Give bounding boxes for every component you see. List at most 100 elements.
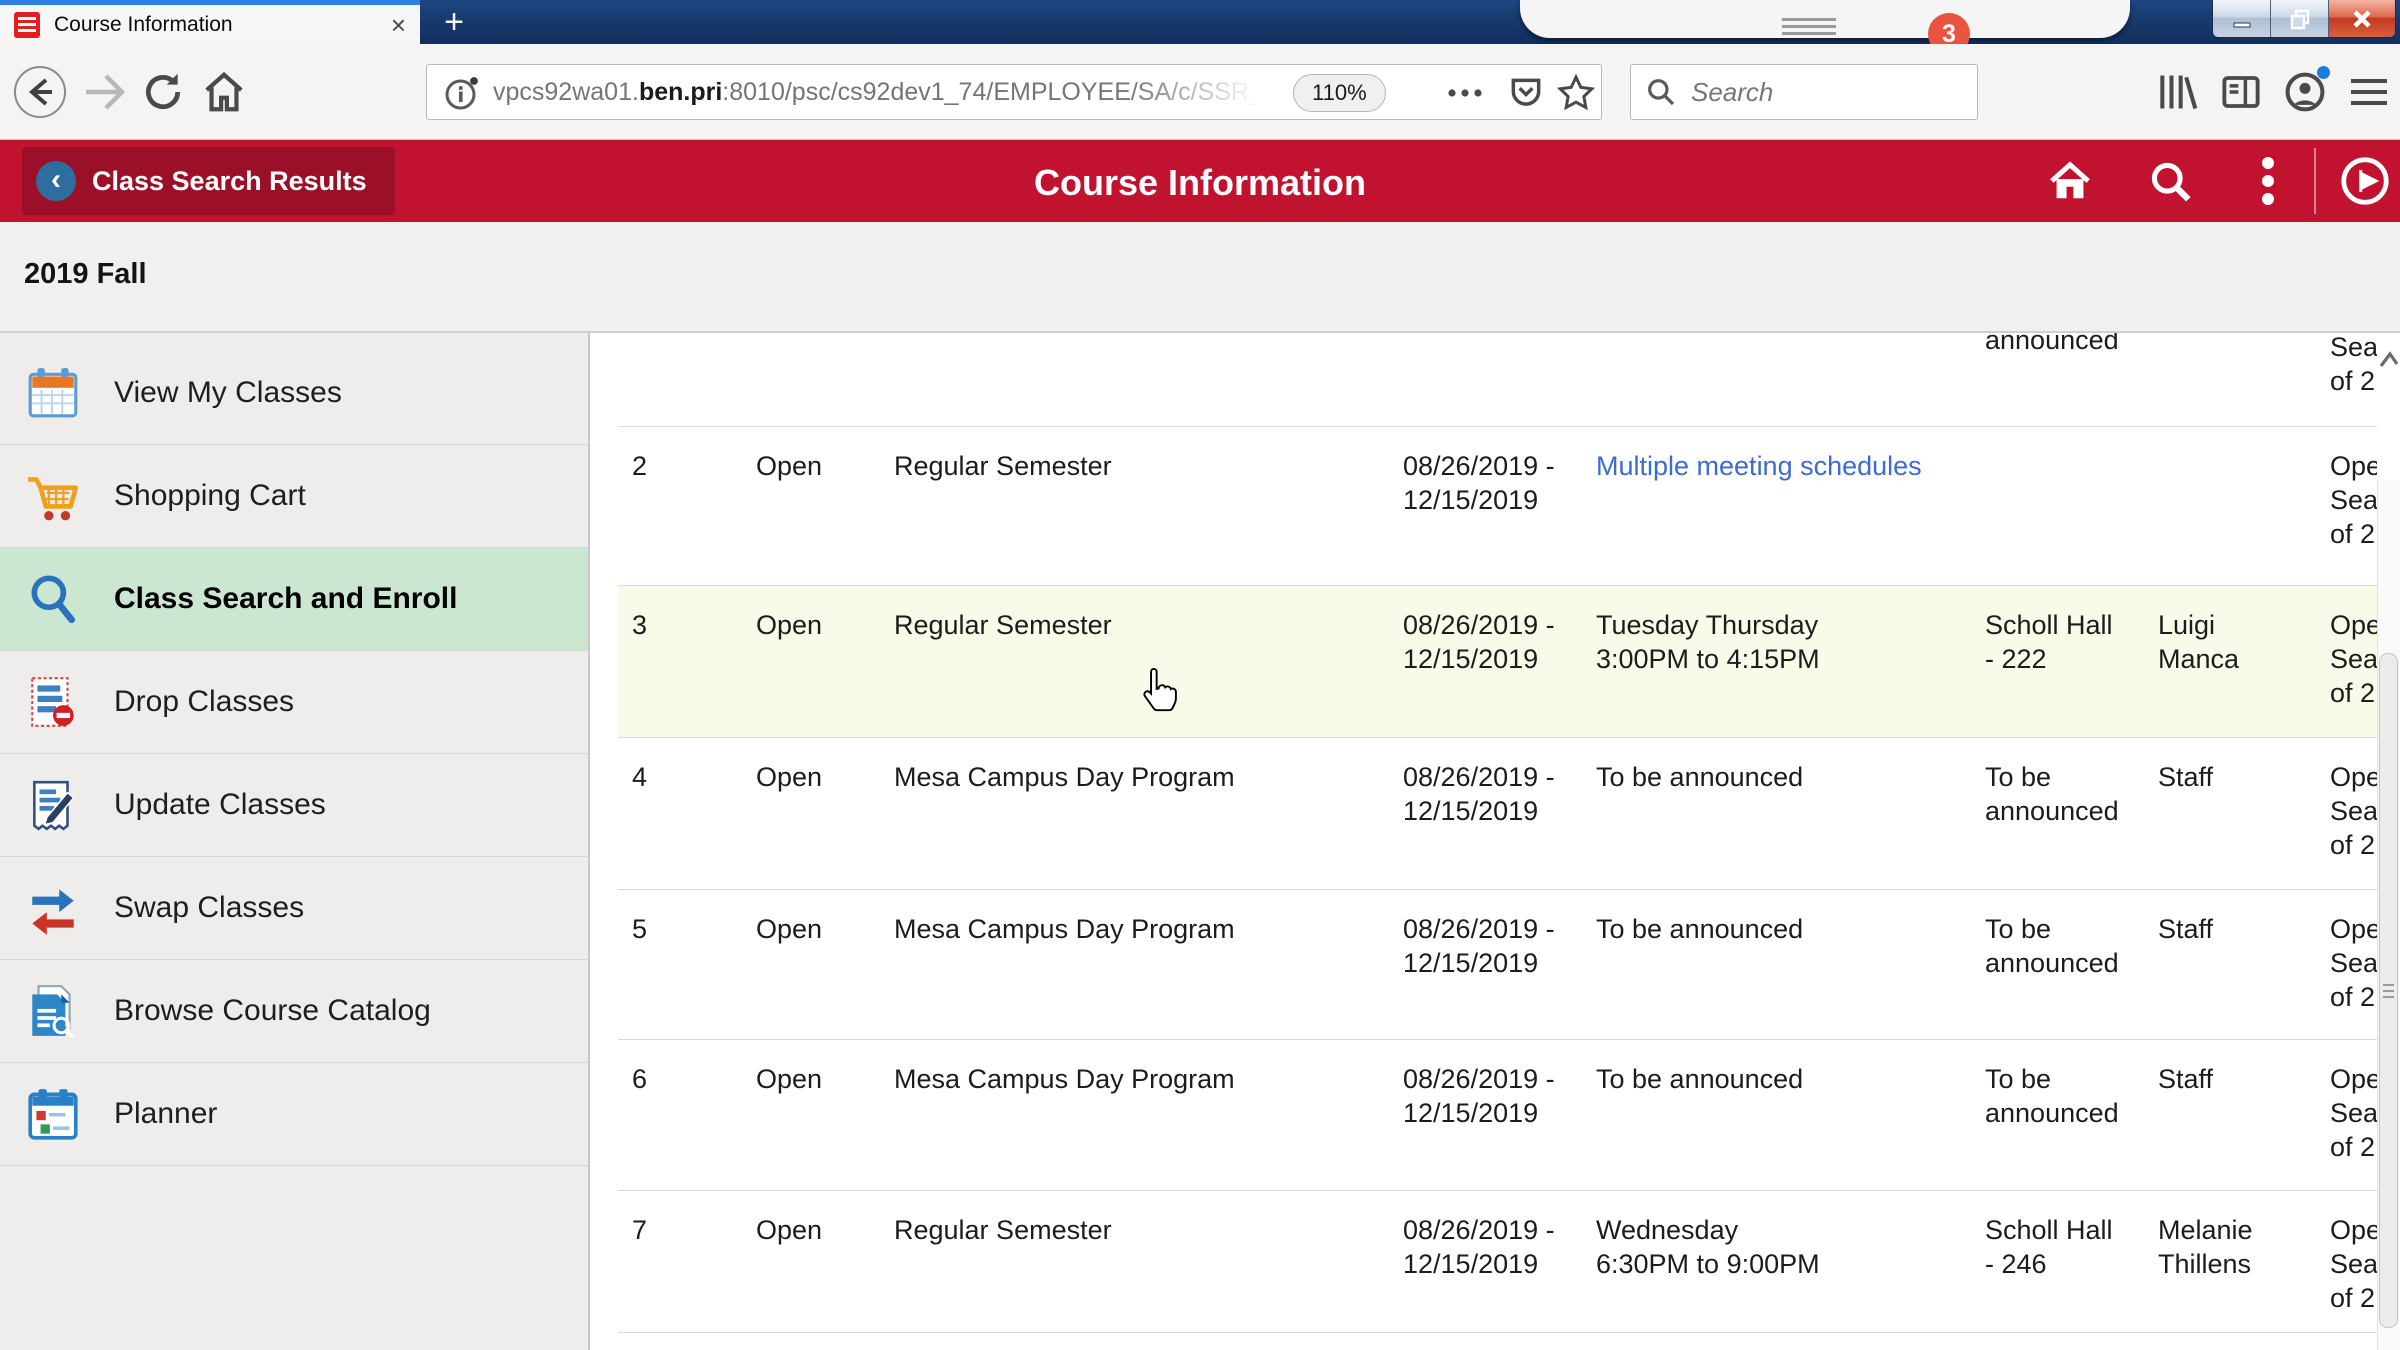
table-row[interactable]: 5 Open Mesa Campus Day Program 08/26/2019 -… [618, 889, 2377, 1039]
actions-menu-icon[interactable] [2240, 140, 2296, 222]
cell-room: Scholl Hall - 246 [1985, 1215, 2113, 1279]
course-catalog-icon [24, 982, 82, 1040]
table-row[interactable]: 6 Open Mesa Campus Day Program 08/26/2019 -… [618, 1039, 2377, 1190]
sidebar-item-view-my-classes[interactable]: View My Classes [0, 342, 588, 445]
shopping-cart-icon [24, 467, 82, 525]
table-row[interactable]: 2 Open Regular Semester 08/26/2019 -12/15/2… [618, 426, 2377, 585]
cell-dates: 08/26/2019 -12/15/2019 [1403, 1064, 1555, 1128]
table-row[interactable]: 3 Open Regular Semester 08/26/2019 -12/15/2… [618, 585, 2377, 737]
cell-room: Scholl Hall - 222 [1985, 610, 2113, 674]
zoom-level-pill[interactable]: 110% [1293, 74, 1386, 112]
planner-icon [24, 1085, 82, 1143]
scrollbar-thumb[interactable] [2379, 653, 2398, 1328]
close-button[interactable] [2329, 0, 2395, 37]
screen: Course Information × + 3 vpcs92wa01.ben.… [0, 0, 2400, 1350]
swap-classes-icon [24, 879, 82, 937]
global-search-icon[interactable] [2140, 140, 2200, 222]
drop-classes-icon [24, 673, 82, 731]
cell-meeting: To be announced [1596, 914, 1804, 944]
table-row[interactable]: announced Sea of 2 [618, 333, 2377, 426]
cell-number: 3 [632, 610, 648, 640]
cell-status: Open [756, 914, 823, 944]
tab-close-icon[interactable]: × [391, 12, 406, 38]
sidebar-item-swap-classes[interactable]: Swap Classes [0, 857, 588, 960]
home-nav-icon[interactable] [2040, 140, 2100, 222]
new-tab-button[interactable]: + [432, 2, 476, 42]
cell-session: Regular Semester [894, 451, 1112, 481]
url-fade [1127, 66, 1283, 118]
cell-status: Open [756, 1215, 823, 1245]
url-host-prefix: vpcs92wa01. [493, 78, 639, 106]
cell-status: Open [756, 451, 823, 481]
cell-session: Regular Semester [894, 1215, 1112, 1245]
cell-instructor: Staff [2158, 914, 2214, 944]
sidebar-item-update-classes[interactable]: Update Classes [0, 754, 588, 857]
table-row[interactable]: 4 Open Mesa Campus Day Program 08/26/2019 -… [618, 737, 2377, 889]
table-bottom-divider [618, 1332, 2400, 1333]
sidebar-item-browse-course-catalog[interactable]: Browse Course Catalog [0, 960, 588, 1063]
table-row[interactable]: 7 Open Regular Semester 08/26/2019 -12/15/2… [618, 1190, 2377, 1332]
cell-dates: 08/26/2019 -12/15/2019 [1403, 610, 1555, 674]
menu-icon[interactable] [2342, 44, 2396, 140]
sidebar-item-label: Class Search and Enroll [114, 582, 458, 615]
sidebar-item-label: Planner [114, 1097, 218, 1130]
back-icon[interactable] [12, 44, 68, 140]
cell-session: Mesa Campus Day Program [894, 762, 1235, 792]
results-table: announced Sea of 2 2 Open Regular Semester 08/… [590, 333, 2400, 1350]
cell-dates: 08/26/2019 -12/15/2019 [1403, 914, 1555, 978]
search-input[interactable] [1691, 76, 1951, 108]
restore-button[interactable] [2271, 0, 2329, 37]
pocket-icon[interactable] [1499, 65, 1553, 121]
minimize-button[interactable] [2213, 0, 2271, 37]
page-actions-icon[interactable] [1435, 65, 1495, 121]
url-bar[interactable]: vpcs92wa01.ben.pri:8010/psc/cs92dev1_74/… [426, 64, 1602, 120]
sidebar-item-label: Browse Course Catalog [114, 994, 431, 1027]
sidebar-item-class-search-and-enroll[interactable]: Class Search and Enroll [0, 548, 588, 651]
sidebar-item-drop-classes[interactable]: Drop Classes [0, 651, 588, 754]
sidebars-icon[interactable] [2212, 44, 2270, 140]
term-band: 2019 Fall [0, 222, 2400, 332]
app-header: ‹ Class Search Results Course Informatio… [0, 140, 2400, 222]
sidebar-item-label: Shopping Cart [114, 479, 306, 512]
calendar-icon [24, 364, 82, 422]
cell-meeting[interactable]: Multiple meeting schedules [1596, 427, 1922, 483]
drag-handle-icon[interactable] [1782, 18, 1836, 35]
cell-instructor: Melanie Thillens [2158, 1215, 2253, 1279]
home-icon[interactable] [198, 44, 250, 140]
cell-meeting: Wednesday 6:30PM to 9:00PM [1596, 1215, 1820, 1279]
cell-dates: 08/26/2019 -12/15/2019 [1403, 451, 1555, 515]
sidebar-item-shopping-cart[interactable]: Shopping Cart [0, 445, 588, 548]
notification-overlay: 3 [1520, 0, 2130, 55]
account-icon[interactable] [2276, 44, 2334, 140]
sidebar-item-label: Swap Classes [114, 891, 305, 924]
cell-status: Open [756, 1064, 823, 1094]
update-classes-icon [24, 776, 82, 834]
cell-seats: Ope Sea of 2 [2330, 914, 2377, 1012]
cell-number: 7 [632, 1215, 648, 1245]
sidebar-nav: View My Classes Shopping Cart Class Search… [0, 333, 590, 1350]
cell-seats: Ope Sea of 2 [2330, 1215, 2377, 1313]
cell-room: To be announced [1985, 914, 2119, 978]
library-icon[interactable] [2148, 44, 2206, 140]
window-controls [2212, 0, 2396, 38]
navbar-compass-icon[interactable] [2334, 140, 2396, 222]
class-search-icon [24, 570, 82, 628]
scroll-up-icon[interactable] [2376, 346, 2400, 376]
site-info-icon[interactable] [439, 65, 485, 121]
cell-seats: Ope Sea of 2 [2330, 1064, 2377, 1162]
bookmark-star-icon[interactable] [1551, 65, 1601, 121]
header-divider [2314, 148, 2316, 214]
search-icon [1648, 79, 1675, 106]
browser-tab[interactable]: Course Information × [0, 0, 420, 44]
cell-seats: Ope Sea of 2 [2330, 610, 2377, 708]
forward-icon[interactable] [80, 44, 130, 140]
account-notification-dot [2317, 66, 2330, 79]
search-box[interactable] [1630, 64, 1978, 120]
cell-instructor: Luigi Manca [2158, 610, 2240, 674]
cell-number: 4 [632, 762, 648, 792]
sidebar-item-planner[interactable]: Planner [0, 1063, 588, 1166]
reload-icon[interactable] [138, 44, 188, 140]
cell-instructor: Staff [2158, 1064, 2214, 1094]
cell-session: Regular Semester [894, 610, 1112, 640]
cell-meeting: To be announced [1596, 762, 1804, 792]
